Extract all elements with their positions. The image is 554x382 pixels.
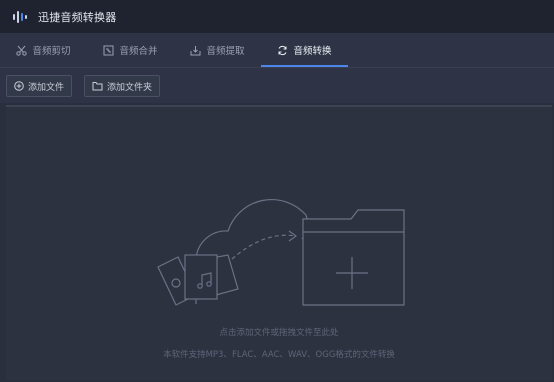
- toolbar: 添加文件 添加文件夹: [0, 67, 554, 103]
- supported-formats: 本软件支持MP3、FLAC、AAC、WAV、OGG格式的文件转换: [163, 350, 395, 360]
- folder-icon: [92, 81, 103, 91]
- tab-bar: 音频剪切 音频合并 音频提取 音频转换: [0, 33, 554, 67]
- folder-large-icon: [302, 209, 405, 306]
- app-title: 迅捷音频转换器: [38, 10, 117, 24]
- plus-circle-icon: [14, 81, 24, 91]
- extract-icon: [190, 45, 201, 56]
- audio-files-icon: [157, 254, 239, 306]
- app-logo-icon: [12, 10, 30, 24]
- tab-audio-extract[interactable]: 音频提取: [174, 33, 261, 67]
- drop-illustration: [157, 198, 405, 306]
- tab-label: 音频剪切: [32, 46, 71, 57]
- tab-label: 音频提取: [206, 46, 245, 57]
- scissors-icon: [16, 45, 28, 56]
- tab-audio-merge[interactable]: 音频合并: [87, 33, 174, 67]
- add-file-button[interactable]: 添加文件: [6, 75, 73, 97]
- add-folder-button[interactable]: 添加文件夹: [84, 75, 161, 97]
- tab-label: 音频转换: [293, 46, 332, 57]
- merge-icon: [103, 45, 114, 56]
- title-bar: 迅捷音频转换器: [0, 0, 554, 33]
- tab-audio-convert[interactable]: 音频转换: [261, 33, 348, 67]
- tab-audio-cut[interactable]: 音频剪切: [0, 33, 87, 67]
- add-folder-label: 添加文件夹: [107, 82, 153, 93]
- arrow-icon: [231, 234, 297, 260]
- drop-hint: 点击添加文件或拖拽文件至此处: [219, 328, 339, 338]
- tab-label: 音频合并: [119, 46, 158, 57]
- add-file-label: 添加文件: [28, 82, 65, 93]
- file-drop-zone[interactable]: 点击添加文件或拖拽文件至此处 本软件支持MP3、FLAC、AAC、WAV、OGG…: [6, 105, 552, 380]
- convert-icon: [277, 45, 288, 56]
